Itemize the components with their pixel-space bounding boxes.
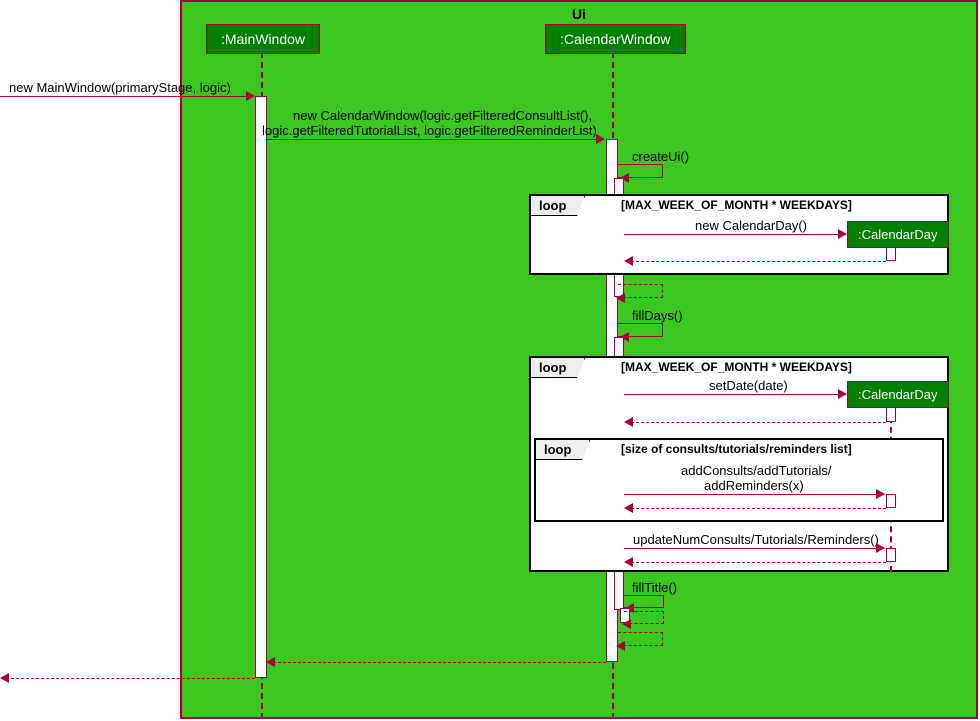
loop-cond-2: [MAX_WEEK_OF_MONTH * WEEKDAYS] [621,360,852,374]
arrow-return-update-nums [624,557,633,567]
activation-day-2 [886,407,896,422]
activation-day-1 [886,247,896,261]
arrow-return-day-1 [624,256,633,266]
msg-update-nums: updateNumConsults/Tutorials/Reminders() [633,532,879,547]
msg-add-items-l2: addReminders(x) [704,478,804,493]
arrow-selfreturn-fill-title [622,619,631,629]
msg-new-calendar-day: new CalendarDay() [695,218,807,233]
arrow-selfreturn-fill-days [616,641,625,651]
msg-new-calendar-l2: logic.getFilteredTutorialList, logic.get… [262,123,597,138]
return-calendar-window [268,662,606,663]
line-update-nums [624,548,884,549]
arrow-return-add-items [624,503,633,513]
loop-tab-2: loop [530,357,585,378]
msg-fill-days: fillDays() [632,308,683,323]
arrow-new-day [838,229,847,239]
msg-create-ui: createUi() [632,149,689,164]
return-set-date [626,422,886,423]
return-add-items [626,508,886,509]
return-update-nums [626,562,886,563]
arrow-new-calendar [596,134,605,144]
line-add-items [624,494,884,495]
activation-day-3 [886,494,896,508]
msg-add-items-l1: addConsults/addTutorials/ [681,463,832,478]
activation-main-window [255,96,267,678]
line-new-calendar [267,139,604,140]
msg-fill-title: fillTitle() [632,580,677,595]
line-set-date [624,394,846,395]
arrow-return-calendar-window [266,657,275,667]
activation-day-4 [886,548,896,562]
loop-tab-3: loop [535,439,590,460]
msg-set-date: setDate(date) [709,378,788,393]
return-day-1 [626,261,886,262]
loop-tab-1: loop [530,195,585,216]
participant-main-window: :MainWindow [206,24,320,54]
line-new-main [0,96,254,97]
loop-cond-1: [MAX_WEEK_OF_MONTH * WEEKDAYS] [621,198,852,212]
loop-cond-3: [size of consults/tutorials/reminders li… [621,442,852,456]
arrow-selfreturn-create-ui [616,293,625,303]
arrow-update-nums [876,543,885,553]
arrow-add-items [876,489,885,499]
msg-new-main-window: new MainWindow(primaryStage, logic) [9,80,231,95]
return-main-window [1,678,255,679]
arrow-return-main-window [0,673,9,683]
arrow-new-main [246,91,255,101]
participant-calendar-day-1: :CalendarDay [847,221,949,248]
msg-new-calendar-l1: new CalendarWindow(logic.getFilteredCons… [293,108,592,123]
arrow-set-date [838,389,847,399]
arrow-return-set-date [624,417,633,427]
line-new-day [624,234,846,235]
frame-title: Ui [572,6,586,22]
participant-calendar-day-2: :CalendarDay [847,381,949,408]
participant-calendar-window: :CalendarWindow [545,24,686,54]
